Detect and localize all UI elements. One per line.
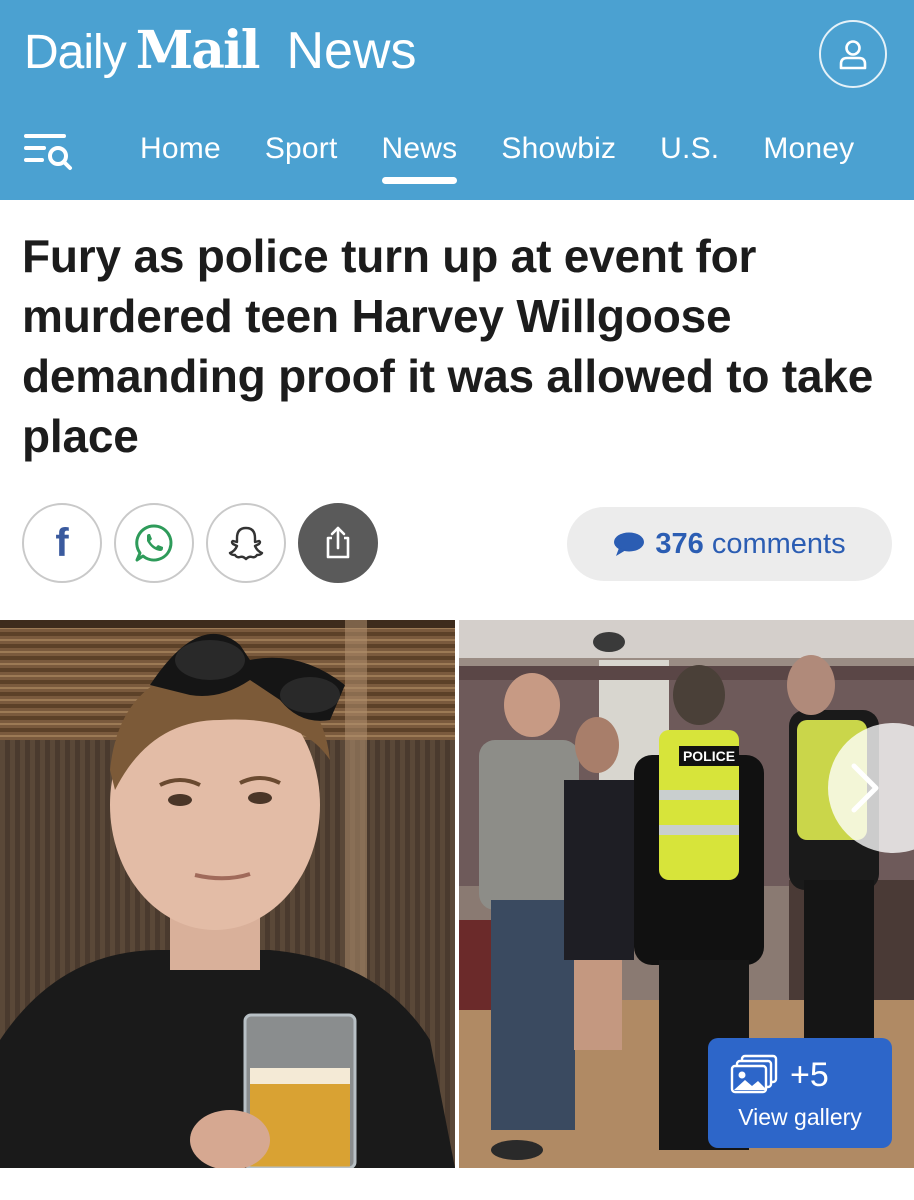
- share-bar: f: [22, 503, 378, 583]
- comments-label: comments: [711, 527, 846, 560]
- account-button[interactable]: [819, 20, 887, 88]
- menu-search-icon[interactable]: [22, 128, 74, 172]
- comments-count: 376: [655, 527, 704, 560]
- gallery-count-row: +5: [730, 1054, 829, 1096]
- chevron-right-icon: [851, 763, 879, 813]
- section-title: News: [286, 22, 417, 80]
- site-logo[interactable]: Daily Mail News: [24, 20, 416, 90]
- snapchat-icon: [228, 526, 264, 561]
- police-vest-text: POLICE: [683, 748, 735, 764]
- comments-button[interactable]: 376 comments: [567, 507, 892, 581]
- nav-item-news[interactable]: News: [360, 120, 480, 192]
- facebook-share-button[interactable]: f: [22, 503, 102, 583]
- page-bottom-spacer: [0, 1168, 914, 1200]
- nav-item-home[interactable]: Home: [118, 120, 243, 192]
- gallery-label: View gallery: [738, 1104, 862, 1130]
- gallery-icon: [730, 1054, 778, 1094]
- nav-item-us[interactable]: U.S.: [638, 120, 741, 192]
- whatsapp-icon: [135, 524, 173, 562]
- native-share-button[interactable]: [298, 503, 378, 583]
- facebook-icon: f: [55, 520, 69, 565]
- share-icon: [326, 526, 350, 559]
- site-header: Daily Mail News Home Sport News Showbiz …: [0, 0, 914, 200]
- logo-daily-text: Daily: [24, 26, 127, 79]
- speech-bubble-icon: [614, 532, 645, 556]
- snapchat-share-button[interactable]: [206, 503, 286, 583]
- nav-item-showbiz[interactable]: Showbiz: [479, 120, 638, 192]
- nav-item-money[interactable]: Money: [741, 120, 876, 192]
- main-nav: Home Sport News Showbiz U.S. Money: [118, 120, 876, 192]
- article-photo-portrait[interactable]: [0, 620, 455, 1168]
- nav-item-sport[interactable]: Sport: [243, 120, 360, 192]
- view-gallery-button[interactable]: +5 View gallery: [708, 1038, 892, 1148]
- whatsapp-share-button[interactable]: [114, 503, 194, 583]
- article-headline: Fury as police turn up at event for murd…: [22, 230, 874, 462]
- logo-mail-text: Mail: [135, 20, 261, 81]
- gallery-count: +5: [790, 1055, 829, 1094]
- user-icon: [839, 40, 867, 70]
